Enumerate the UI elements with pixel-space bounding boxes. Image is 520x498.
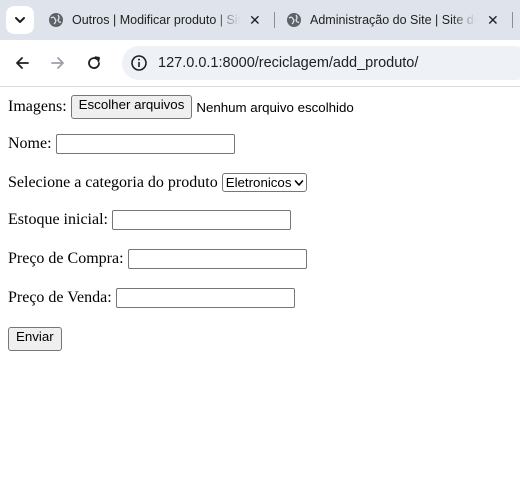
address-bar[interactable]: 127.0.0.1:8000/reciclagem/add_produto/ bbox=[122, 46, 520, 80]
buy-price-row: Preço de Compra: bbox=[8, 249, 307, 269]
arrow-left-icon bbox=[16, 57, 29, 69]
file-status: Nenhum arquivo escolhido bbox=[196, 99, 354, 115]
category-label: Selecione a categoria do produto bbox=[8, 173, 218, 191]
tab-title: Outros | Modificar produto | Site de Adm… bbox=[72, 13, 240, 27]
globe-icon bbox=[49, 13, 63, 27]
images-label: Imagens: bbox=[8, 98, 67, 115]
sell-price-input[interactable] bbox=[115, 288, 295, 308]
category-row: Selecione a categoria do produto Eletron… bbox=[8, 173, 308, 192]
sell-price-label: Preço de Venda: bbox=[8, 289, 112, 306]
globe-icon bbox=[287, 13, 301, 27]
category-selected: Eletronicos bbox=[225, 175, 292, 190]
choose-files-button[interactable]: Escolher arquivos bbox=[70, 95, 193, 119]
tab-administracao[interactable]: Administração do Site | Site de Administ… bbox=[286, 4, 520, 36]
name-label: Nome: bbox=[8, 135, 52, 152]
chevron-down-icon bbox=[295, 179, 304, 186]
chevron-down-icon bbox=[15, 17, 25, 23]
buy-price-label: Preço de Compra: bbox=[8, 250, 124, 267]
submit-button[interactable]: Enviar bbox=[8, 327, 62, 351]
buy-price-input[interactable] bbox=[127, 249, 307, 269]
tab-search-button[interactable] bbox=[6, 6, 34, 34]
submit-row: Enviar bbox=[8, 327, 62, 351]
close-icon[interactable]: ✕ bbox=[487, 12, 499, 29]
tab-divider bbox=[512, 12, 513, 28]
name-row: Nome: bbox=[8, 134, 235, 154]
reload-icon bbox=[88, 56, 100, 69]
category-select[interactable]: Eletronicos bbox=[221, 173, 308, 192]
stock-input[interactable] bbox=[111, 210, 291, 230]
stock-row: Estoque inicial: bbox=[8, 210, 291, 230]
stock-label: Estoque inicial: bbox=[8, 211, 108, 228]
sell-price-row: Preço de Venda: bbox=[8, 288, 295, 308]
tab-strip: Outros | Modificar produto | Site de Adm… bbox=[0, 0, 520, 40]
close-icon[interactable]: ✕ bbox=[249, 12, 261, 29]
info-icon[interactable] bbox=[130, 54, 148, 72]
images-row: Imagens: Escolher arquivos Nenhum arquiv… bbox=[8, 95, 354, 119]
tab-divider bbox=[274, 12, 275, 28]
arrow-right-icon bbox=[51, 57, 64, 69]
address-text: 127.0.0.1:8000/reciclagem/add_produto/ bbox=[158, 55, 419, 71]
name-input[interactable] bbox=[55, 134, 235, 154]
forward-button[interactable] bbox=[44, 49, 72, 77]
reload-button[interactable] bbox=[80, 49, 108, 77]
browser-toolbar: 127.0.0.1:8000/reciclagem/add_produto/ bbox=[0, 40, 520, 87]
tab-title: Administração do Site | Site de Administ… bbox=[310, 13, 476, 27]
back-button[interactable] bbox=[8, 49, 36, 77]
tab-modificar-produto[interactable]: Outros | Modificar produto | Site de Adm… bbox=[48, 4, 270, 36]
